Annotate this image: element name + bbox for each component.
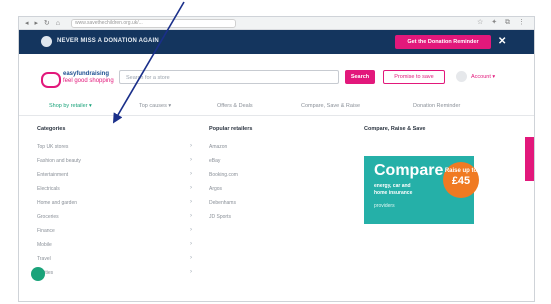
- nav-offers-deals[interactable]: Offers & Deals: [217, 103, 253, 109]
- popular-retailer-link[interactable]: JD Sports: [209, 214, 231, 220]
- browser-tools-icons[interactable]: ☆ ✦ ⧉ ⋮: [477, 18, 528, 27]
- category-item[interactable]: Groceries: [37, 214, 59, 220]
- account-icon[interactable]: [456, 71, 467, 82]
- popular-heading: Popular retailers: [209, 126, 253, 132]
- popular-retailer-link[interactable]: Argos: [209, 186, 222, 192]
- chevron-right-icon: ›: [190, 157, 192, 163]
- chevron-right-icon: ›: [190, 171, 192, 177]
- browser-toolbar: ◂ ▸ ↻ ⌂ www.savethechildren.org.uk/... ☆…: [19, 17, 534, 30]
- nav-donation-reminder[interactable]: Donation Reminder: [413, 103, 460, 109]
- browser-nav-icons[interactable]: ◂ ▸ ↻ ⌂: [25, 19, 62, 27]
- shop-dropdown-panel: Categories Popular retailers Compare, Ra…: [19, 116, 534, 301]
- category-item[interactable]: Finance: [37, 228, 55, 234]
- promo-subtitle: energy, car and home insurance: [374, 183, 412, 197]
- raise-badge: Raise up to £45: [443, 162, 479, 198]
- account-menu[interactable]: Account ▾: [471, 74, 495, 80]
- chevron-right-icon: ›: [190, 185, 192, 191]
- compare-heading: Compare, Raise & Save: [364, 126, 426, 132]
- promo-title: Compare: [374, 162, 444, 179]
- banner-text: NEVER MISS A DONATION AGAIN: [57, 38, 159, 44]
- chevron-right-icon: ›: [190, 199, 192, 205]
- category-item[interactable]: Fashion and beauty: [37, 158, 81, 164]
- promise-button[interactable]: Promise to save: [383, 70, 445, 84]
- popular-retailer-link[interactable]: Booking.com: [209, 172, 238, 178]
- address-bar[interactable]: www.savethechildren.org.uk/...: [71, 19, 236, 28]
- categories-heading: Categories: [37, 126, 66, 132]
- chevron-right-icon: ›: [190, 269, 192, 275]
- brand-logo[interactable]: easyfundraising feel good shopping: [63, 71, 114, 85]
- main-nav: Shop by retailer ▾ Top causes ▾ Offers &…: [19, 99, 534, 116]
- brand-logo-icon[interactable]: [41, 72, 61, 88]
- promo-line-2: home insurance: [374, 190, 413, 196]
- category-item[interactable]: Top UK stores: [37, 144, 68, 150]
- badge-top-text: Raise up to: [444, 168, 478, 174]
- chevron-right-icon: ›: [190, 213, 192, 219]
- browser-window: ◂ ▸ ↻ ⌂ www.savethechildren.org.uk/... ☆…: [18, 16, 535, 302]
- category-item[interactable]: Electricals: [37, 186, 60, 192]
- badge-amount: £45: [451, 175, 471, 187]
- feedback-side-tab[interactable]: [525, 137, 534, 181]
- nav-shop-by-retailer[interactable]: Shop by retailer ▾: [49, 103, 92, 109]
- popular-retailer-link[interactable]: eBay: [209, 158, 220, 164]
- brand-tagline: feel good shopping: [63, 78, 114, 84]
- reminder-logo-icon: [41, 36, 52, 47]
- category-item[interactable]: Entertainment: [37, 172, 68, 178]
- category-item[interactable]: Mobile: [37, 242, 52, 248]
- search-button[interactable]: Search: [345, 70, 375, 84]
- category-item[interactable]: Travel: [37, 256, 51, 262]
- brand-name: easyfundraising: [63, 71, 110, 77]
- promo-line-3: providers: [374, 203, 395, 209]
- chevron-right-icon: ›: [190, 241, 192, 247]
- promo-line-1: energy, car and: [374, 183, 411, 189]
- category-item[interactable]: Home and garden: [37, 200, 77, 206]
- get-reminder-button[interactable]: Get the Donation Reminder: [395, 35, 491, 49]
- chevron-right-icon: ›: [190, 143, 192, 149]
- nav-top-causes[interactable]: Top causes ▾: [139, 103, 171, 109]
- chevron-right-icon: ›: [190, 227, 192, 233]
- nav-compare-save-raise[interactable]: Compare, Save & Raise: [301, 103, 360, 109]
- search-input[interactable]: Search for a store: [119, 70, 339, 84]
- popular-retailer-link[interactable]: Debenhams: [209, 200, 236, 206]
- chevron-right-icon: ›: [190, 255, 192, 261]
- popular-retailer-link[interactable]: Amazon: [209, 144, 227, 150]
- close-icon[interactable]: ✕: [498, 36, 506, 47]
- chat-bubble-icon[interactable]: [31, 267, 45, 281]
- reminder-banner: NEVER MISS A DONATION AGAIN Get the Dona…: [19, 30, 534, 54]
